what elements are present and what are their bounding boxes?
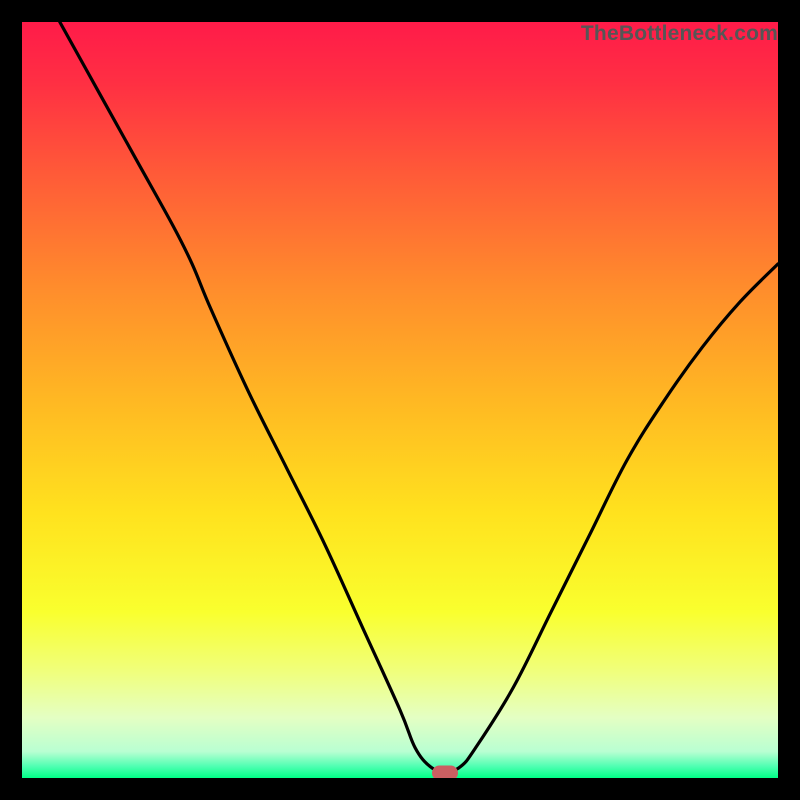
- plot-area: [22, 22, 778, 778]
- watermark: TheBottleneck.com: [581, 22, 778, 46]
- curve-layer: [22, 22, 778, 778]
- bottleneck-curve: [60, 22, 778, 772]
- chart-frame: TheBottleneck.com: [0, 0, 800, 800]
- minimum-marker: [432, 766, 458, 778]
